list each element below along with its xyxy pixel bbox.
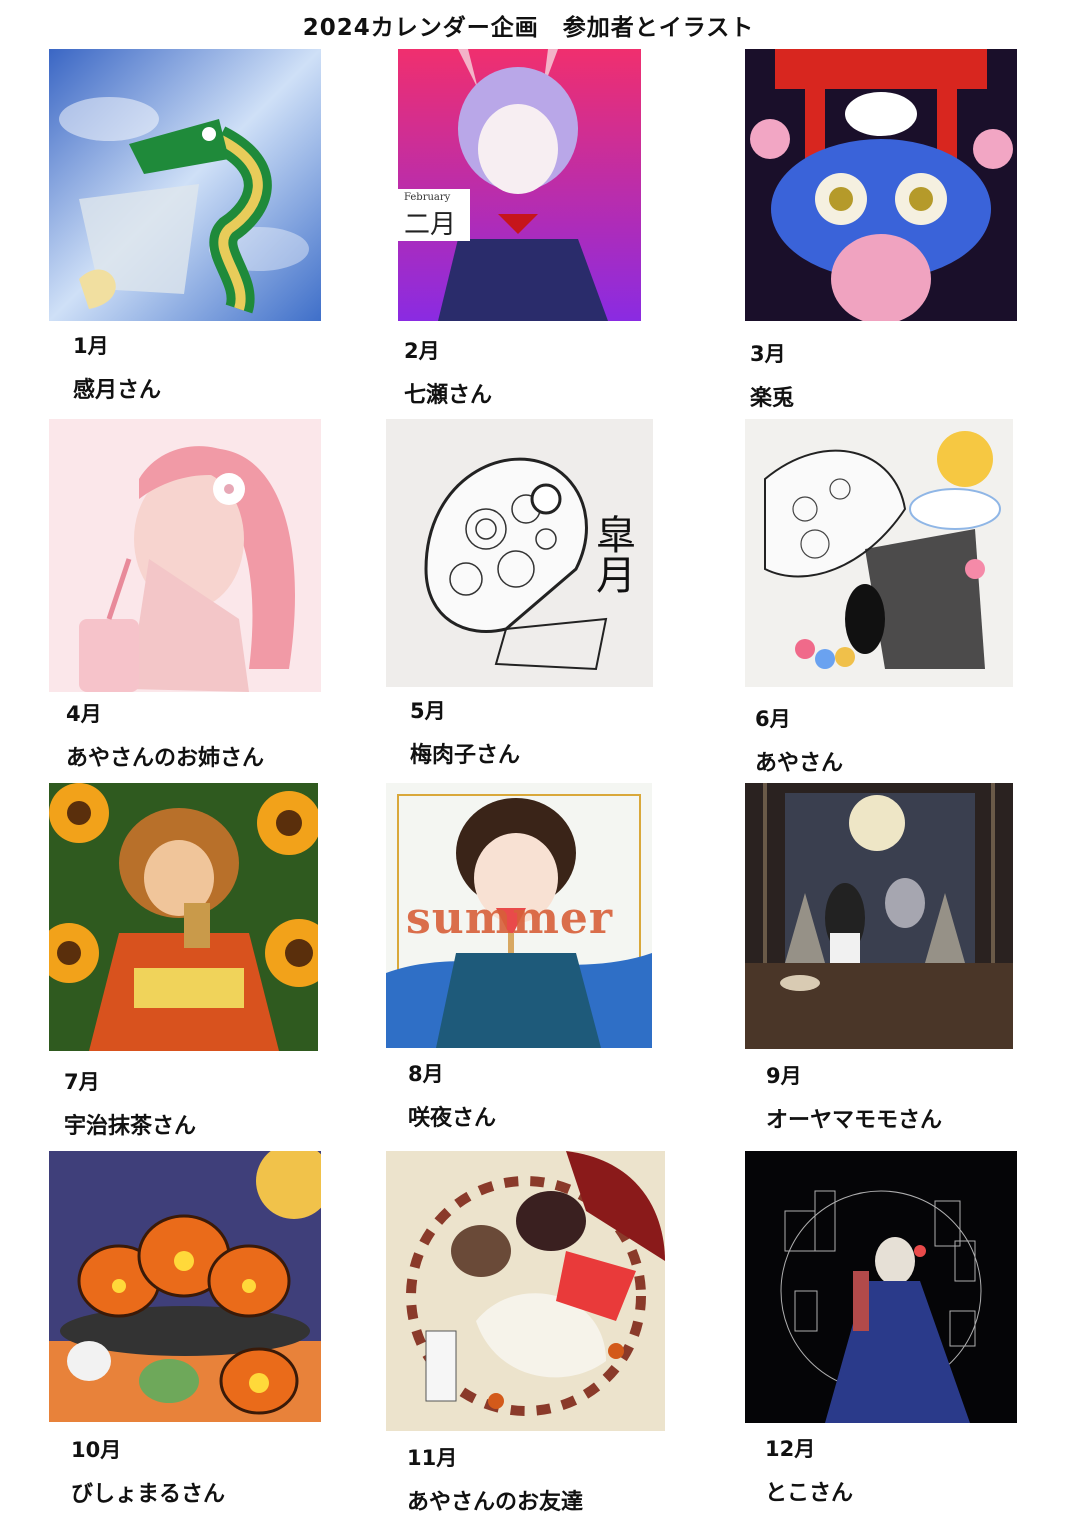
artwork-september bbox=[745, 783, 1013, 1049]
participant-name-december: とこさん bbox=[765, 1481, 854, 1506]
month-label-january: 1月 bbox=[73, 334, 109, 358]
artwork-august: summer bbox=[386, 783, 652, 1048]
sunflower-yukata-girl-illustration-icon bbox=[49, 783, 318, 1051]
participant-name-september: オーヤマモモさん bbox=[766, 1108, 943, 1133]
artwork-february: February 二月 bbox=[398, 49, 641, 321]
month-label-july: 7月 bbox=[64, 1070, 100, 1094]
participant-name-may: 梅肉子さん bbox=[410, 743, 521, 768]
month-label-may: 5月 bbox=[410, 699, 446, 723]
halloween-pumpkins-illustration-icon bbox=[49, 1151, 321, 1422]
zentangle-umbrella-cat-illustration-icon bbox=[745, 419, 1013, 687]
month-label-october: 10月 bbox=[71, 1438, 122, 1462]
month-label-november: 11月 bbox=[407, 1446, 458, 1470]
participant-name-april: あやさんのお姉さん bbox=[66, 746, 265, 771]
artwork-july bbox=[49, 783, 318, 1051]
month-label-march: 3月 bbox=[750, 342, 786, 366]
artwork-october bbox=[49, 1151, 321, 1422]
participant-name-march: 楽兎 bbox=[750, 386, 795, 411]
month-label-february: 2月 bbox=[404, 339, 440, 363]
blue-frog-dragon-illustration-icon bbox=[745, 49, 1017, 321]
month-label-june: 6月 bbox=[755, 707, 791, 731]
dragon-illustration-icon bbox=[49, 49, 321, 321]
may-caption-kanji: 皐月 bbox=[589, 514, 635, 594]
february-caption-kanji: 二月 bbox=[404, 210, 457, 240]
participant-name-november: あやさんのお友達 bbox=[407, 1490, 584, 1515]
artwork-april bbox=[49, 419, 321, 692]
night-city-dress-girl-illustration-icon bbox=[745, 1151, 1017, 1423]
moon-viewing-children-illustration-icon bbox=[745, 783, 1013, 1049]
artwork-december bbox=[745, 1151, 1017, 1423]
artwork-may: 皐月 bbox=[386, 419, 653, 687]
participant-name-october: びしょまるさん bbox=[71, 1482, 226, 1507]
february-caption-small: February bbox=[404, 192, 451, 203]
participant-name-january: 感月さん bbox=[73, 378, 162, 403]
participant-name-june: あやさん bbox=[755, 751, 844, 776]
august-summer-text: summer bbox=[406, 893, 614, 944]
autumn-squirrel-girl-illustration-icon bbox=[386, 1151, 665, 1431]
oni-character-illustration-icon bbox=[398, 49, 641, 321]
pink-girl-drinking-illustration-icon bbox=[49, 419, 321, 692]
participant-name-february: 七瀬さん bbox=[404, 383, 493, 408]
page-title: 2024カレンダー企画 参加者とイラスト bbox=[302, 15, 755, 41]
artwork-march bbox=[745, 49, 1017, 321]
artwork-june bbox=[745, 419, 1013, 687]
month-label-august: 8月 bbox=[408, 1062, 444, 1086]
artwork-november bbox=[386, 1151, 665, 1431]
participant-name-july: 宇治抹茶さん bbox=[64, 1114, 197, 1139]
artwork-january bbox=[49, 49, 321, 321]
month-label-september: 9月 bbox=[766, 1064, 802, 1088]
participant-name-august: 咲夜さん bbox=[408, 1106, 497, 1131]
month-label-april: 4月 bbox=[66, 702, 102, 726]
month-label-december: 12月 bbox=[765, 1437, 816, 1461]
